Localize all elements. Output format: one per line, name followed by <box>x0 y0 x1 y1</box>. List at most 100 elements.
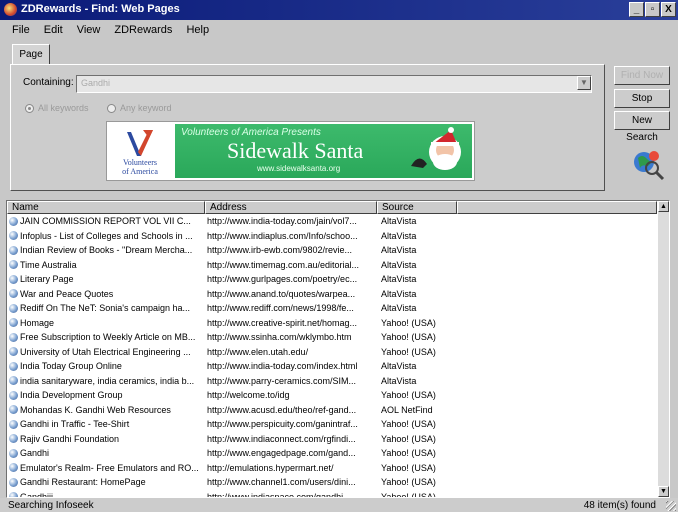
result-name: Mohandas K. Gandhi Web Resources <box>20 404 171 415</box>
table-row[interactable]: Homage http://www.creative-spirit.net/hom… <box>7 316 657 331</box>
column-header-address[interactable]: Address <box>205 201 377 214</box>
stop-button[interactable]: Stop <box>614 89 670 108</box>
radio-all-label: All keywords <box>38 103 89 113</box>
web-page-icon <box>9 434 18 444</box>
menu-zdrewards[interactable]: ZDRewards <box>114 21 172 39</box>
cell-name: Free Subscription to Weekly Article on M… <box>7 330 205 345</box>
cell-name: Indian Review of Books - "Dream Mercha..… <box>7 243 205 258</box>
column-header-name[interactable]: Name <box>7 201 205 214</box>
new-search-button[interactable]: New Search <box>614 111 670 143</box>
result-address: http://www.elen.utah.edu/ <box>207 346 309 357</box>
radio-any-keyword[interactable]: Any keyword <box>107 103 172 113</box>
table-row[interactable]: Gandhi http://www.engagedpage.com/gand...… <box>7 446 657 461</box>
cell-name: Gandhiji <box>7 490 205 497</box>
result-source: Yahoo! (USA) <box>381 491 436 498</box>
table-row[interactable]: Literary Page http://www.gurlpages.com/po… <box>7 272 657 287</box>
scroll-up-button[interactable]: ▲ <box>658 201 669 212</box>
tab-page[interactable]: Page <box>12 44 50 66</box>
result-address: http://www.rediff.com/news/1998/fe... <box>207 303 354 313</box>
web-page-icon <box>9 245 18 255</box>
cell-name: Infoplus - List of Colleges and Schools … <box>7 229 205 244</box>
status-text: Searching Infoseek <box>8 500 94 511</box>
web-page-icon <box>9 332 18 342</box>
result-source: AltaVista <box>381 375 417 386</box>
result-source: Yahoo! (USA) <box>381 462 436 473</box>
web-page-icon <box>9 376 18 386</box>
search-globe-icon <box>634 151 665 181</box>
ad-banner[interactable]: Volunteers of America Volunteers of Amer… <box>106 121 475 181</box>
result-address: http://www.engagedpage.com/gand... <box>207 448 356 458</box>
cell-name: india sanitaryware, india ceramics, indi… <box>7 374 205 389</box>
result-name: War and Peace Quotes <box>20 288 114 299</box>
result-source: AltaVista <box>381 274 417 284</box>
table-row[interactable]: Rajiv Gandhi Foundation http://www.indiac… <box>7 432 657 447</box>
cell-name: Time Australia <box>7 258 205 273</box>
result-source: AltaVista <box>381 361 417 371</box>
result-address: http://emulations.hypermart.net/ <box>207 462 334 473</box>
results-rows: JAIN COMMISSION REPORT VOL VII C... http:… <box>7 214 657 498</box>
web-page-icon <box>9 231 18 241</box>
banner-tagline: Volunteers of America Presents <box>181 127 321 138</box>
cell-name: University of Utah Electrical Engineerin… <box>7 345 205 360</box>
menu-view[interactable]: View <box>77 21 101 39</box>
web-page-icon <box>9 274 18 284</box>
result-name: Gandhi <box>20 448 50 458</box>
table-row[interactable]: Emulator's Realm- Free Emulators and RO.… <box>7 461 657 476</box>
table-row[interactable]: Indian Review of Books - "Dream Mercha..… <box>7 243 657 258</box>
title-bar[interactable]: ZDRewards - Find: Web Pages _ ▫ X <box>0 0 678 20</box>
chevron-down-icon[interactable]: ▼ <box>577 76 591 90</box>
vertical-scrollbar[interactable]: ▲ ▼ <box>658 201 669 497</box>
web-page-icon <box>9 390 18 400</box>
santa-icon <box>411 127 461 170</box>
scroll-down-button[interactable]: ▼ <box>658 486 669 497</box>
table-row[interactable]: Gandhi in Traffic - Tee-Shirt http://www.… <box>7 417 657 432</box>
table-row[interactable]: Gandhi Restaurant: HomePage http://www.ch… <box>7 475 657 490</box>
close-button[interactable]: X <box>661 2 676 17</box>
table-row[interactable]: JAIN COMMISSION REPORT VOL VII C... http:… <box>7 214 657 229</box>
result-address: http://www.ssinha.com/wklymbo.htm <box>207 332 352 342</box>
radio-all-keywords[interactable]: All keywords <box>25 103 89 113</box>
table-row[interactable]: Infoplus - List of Colleges and Schools … <box>7 229 657 244</box>
menu-help[interactable]: Help <box>186 21 209 39</box>
table-row[interactable]: Free Subscription to Weekly Article on M… <box>7 330 657 345</box>
containing-value: Gandhi <box>81 78 111 88</box>
column-header-source[interactable]: Source <box>377 201 457 214</box>
result-source: AltaVista <box>381 245 417 255</box>
web-page-icon <box>9 260 18 270</box>
cell-name: Homage <box>7 316 205 331</box>
table-row[interactable]: University of Utah Electrical Engineerin… <box>7 345 657 360</box>
table-row[interactable]: War and Peace Quotes http://www.anand.to/… <box>7 287 657 302</box>
cell-name: India Development Group <box>7 388 205 403</box>
cell-name: Emulator's Realm- Free Emulators and RO.… <box>7 461 205 476</box>
result-source: Yahoo! (USA) <box>381 448 436 458</box>
table-row[interactable]: India Today Group Online http://www.india… <box>7 359 657 374</box>
result-name: Emulator's Realm- Free Emulators and RO.… <box>20 462 199 473</box>
web-page-icon <box>9 216 18 226</box>
result-name: Time Australia <box>20 259 77 270</box>
menu-file[interactable]: File <box>12 21 30 39</box>
result-address: http://www.indiaconnect.com/rgfindi... <box>207 433 356 444</box>
result-name: University of Utah Electrical Engineerin… <box>20 346 191 357</box>
result-source: Yahoo! (USA) <box>381 477 436 487</box>
maximize-button[interactable]: ▫ <box>645 2 660 17</box>
table-row[interactable]: Mohandas K. Gandhi Web Resources http://w… <box>7 403 657 418</box>
table-row[interactable]: Time Australia http://www.timemag.com.au/… <box>7 258 657 273</box>
table-row[interactable]: Gandhiji http://www.indiaspace.com/gandhi… <box>7 490 657 498</box>
find-now-button[interactable]: Find Now <box>614 66 670 85</box>
menu-edit[interactable]: Edit <box>44 21 63 39</box>
minimize-button[interactable]: _ <box>629 2 644 17</box>
results-list[interactable]: Name Address Source JAIN COMMISSION REPO… <box>6 200 670 498</box>
search-panel: Containing: Gandhi ▼ All keywords Any ke… <box>10 64 605 191</box>
result-address: http://www.anand.to/quotes/warpea... <box>207 288 356 299</box>
result-address: http://www.parry-ceramics.com/SIM... <box>207 375 357 386</box>
table-row[interactable]: Rediff On The NeT: Sonia's campaign ha..… <box>7 301 657 316</box>
result-address: http://www.creative-spirit.net/homag... <box>207 317 358 328</box>
web-page-icon <box>9 361 18 371</box>
resize-grip-icon[interactable] <box>666 501 676 511</box>
table-row[interactable]: India Development Group http://welcome.to… <box>7 388 657 403</box>
volunteers-logo: Volunteers of America <box>107 122 173 180</box>
table-row[interactable]: india sanitaryware, india ceramics, indi… <box>7 374 657 389</box>
web-page-icon <box>9 303 18 313</box>
containing-combobox[interactable]: Gandhi ▼ <box>76 75 592 93</box>
result-name: Homage <box>20 317 55 328</box>
